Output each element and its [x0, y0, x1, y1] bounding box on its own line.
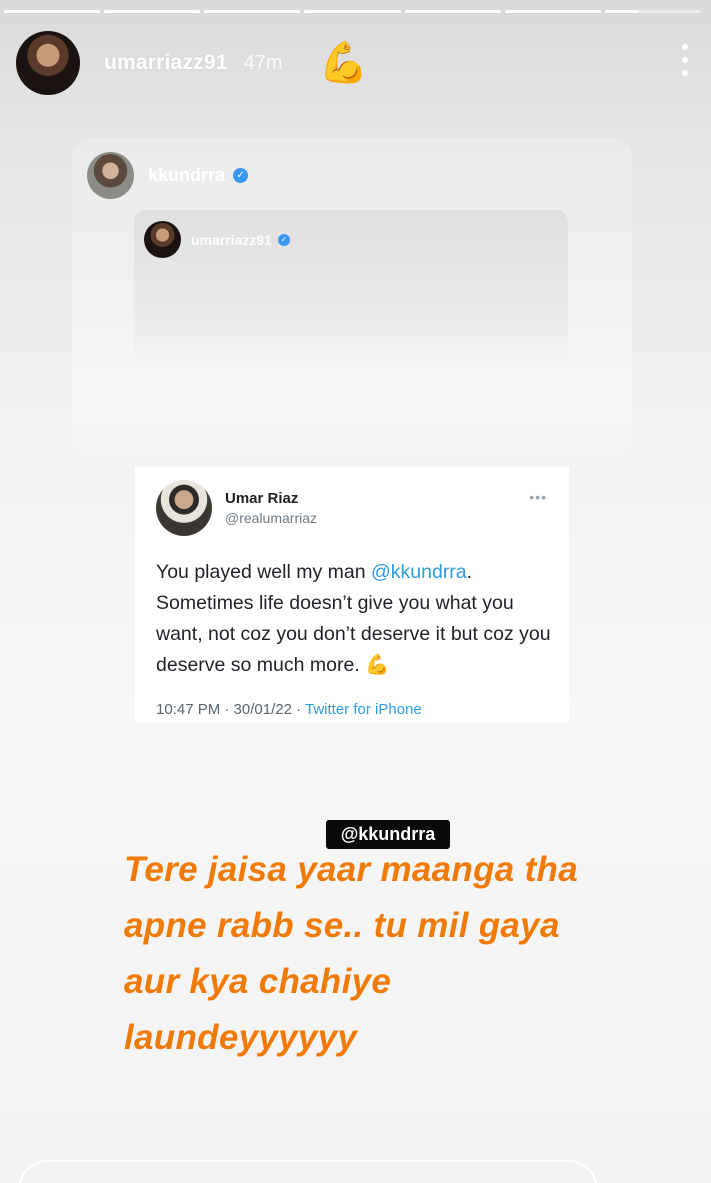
- tweet-author-handle: @realumarriaz: [225, 510, 318, 526]
- verified-badge-icon: ✓: [233, 168, 249, 183]
- flexed-biceps-icon: 💪: [365, 654, 390, 676]
- verified-badge-icon: ✓: [277, 233, 290, 246]
- tweet-body: You played well my man @kkundrra. Someti…: [156, 557, 556, 681]
- shared-post-card[interactable]: kkundrra ✓ umarriazz91 ✓: [72, 138, 632, 468]
- progress-segment-active: [604, 10, 701, 13]
- story-caption: Tere jaisa yaar maanga tha apne rabb se.…: [124, 850, 578, 1057]
- progress-segment: [504, 10, 601, 13]
- tweet-text-part: You played well my man: [156, 561, 371, 583]
- avatar: [156, 480, 212, 536]
- avatar[interactable]: [16, 31, 80, 95]
- story-header: umarriazz91 47m 💪: [16, 30, 689, 96]
- tweet-author-name: Umar Riaz: [225, 490, 299, 507]
- tweet-timestamp: 10:47 PM · 30/01/22 ·: [156, 701, 305, 718]
- more-options-icon: •••: [529, 489, 547, 505]
- shared-post-handle[interactable]: kkundrra: [148, 165, 225, 186]
- progress-segment: [104, 10, 201, 13]
- nested-post-card[interactable]: umarriazz91 ✓: [134, 210, 568, 370]
- progress-segment: [204, 10, 301, 13]
- reply-input[interactable]: [18, 1160, 598, 1183]
- avatar[interactable]: [144, 221, 181, 258]
- nested-post-handle[interactable]: umarriazz91: [191, 232, 272, 248]
- flexed-biceps-icon: 💪: [318, 41, 369, 85]
- tweet-header: Umar Riaz @realumarriaz: [156, 480, 317, 536]
- avatar[interactable]: [87, 152, 134, 199]
- progress-segment: [404, 10, 501, 13]
- tweet-mention: @kkundrra: [370, 561, 467, 583]
- tweet-screenshot: Umar Riaz @realumarriaz ••• You played w…: [135, 467, 569, 723]
- story-username[interactable]: umarriazz91: [104, 51, 228, 75]
- shared-post-header: kkundrra ✓: [87, 152, 249, 199]
- tweet-source: Twitter for iPhone: [304, 701, 422, 718]
- tweet-meta: 10:47 PM · 30/01/22 · Twitter for iPhone: [156, 701, 422, 718]
- progress-segment: [304, 10, 401, 13]
- progress-segment: [4, 10, 101, 13]
- story-progress-bar: [4, 10, 701, 13]
- nested-post-header: umarriazz91 ✓: [144, 221, 290, 258]
- more-options-icon[interactable]: [681, 44, 689, 76]
- story-timestamp: 47m: [243, 51, 283, 74]
